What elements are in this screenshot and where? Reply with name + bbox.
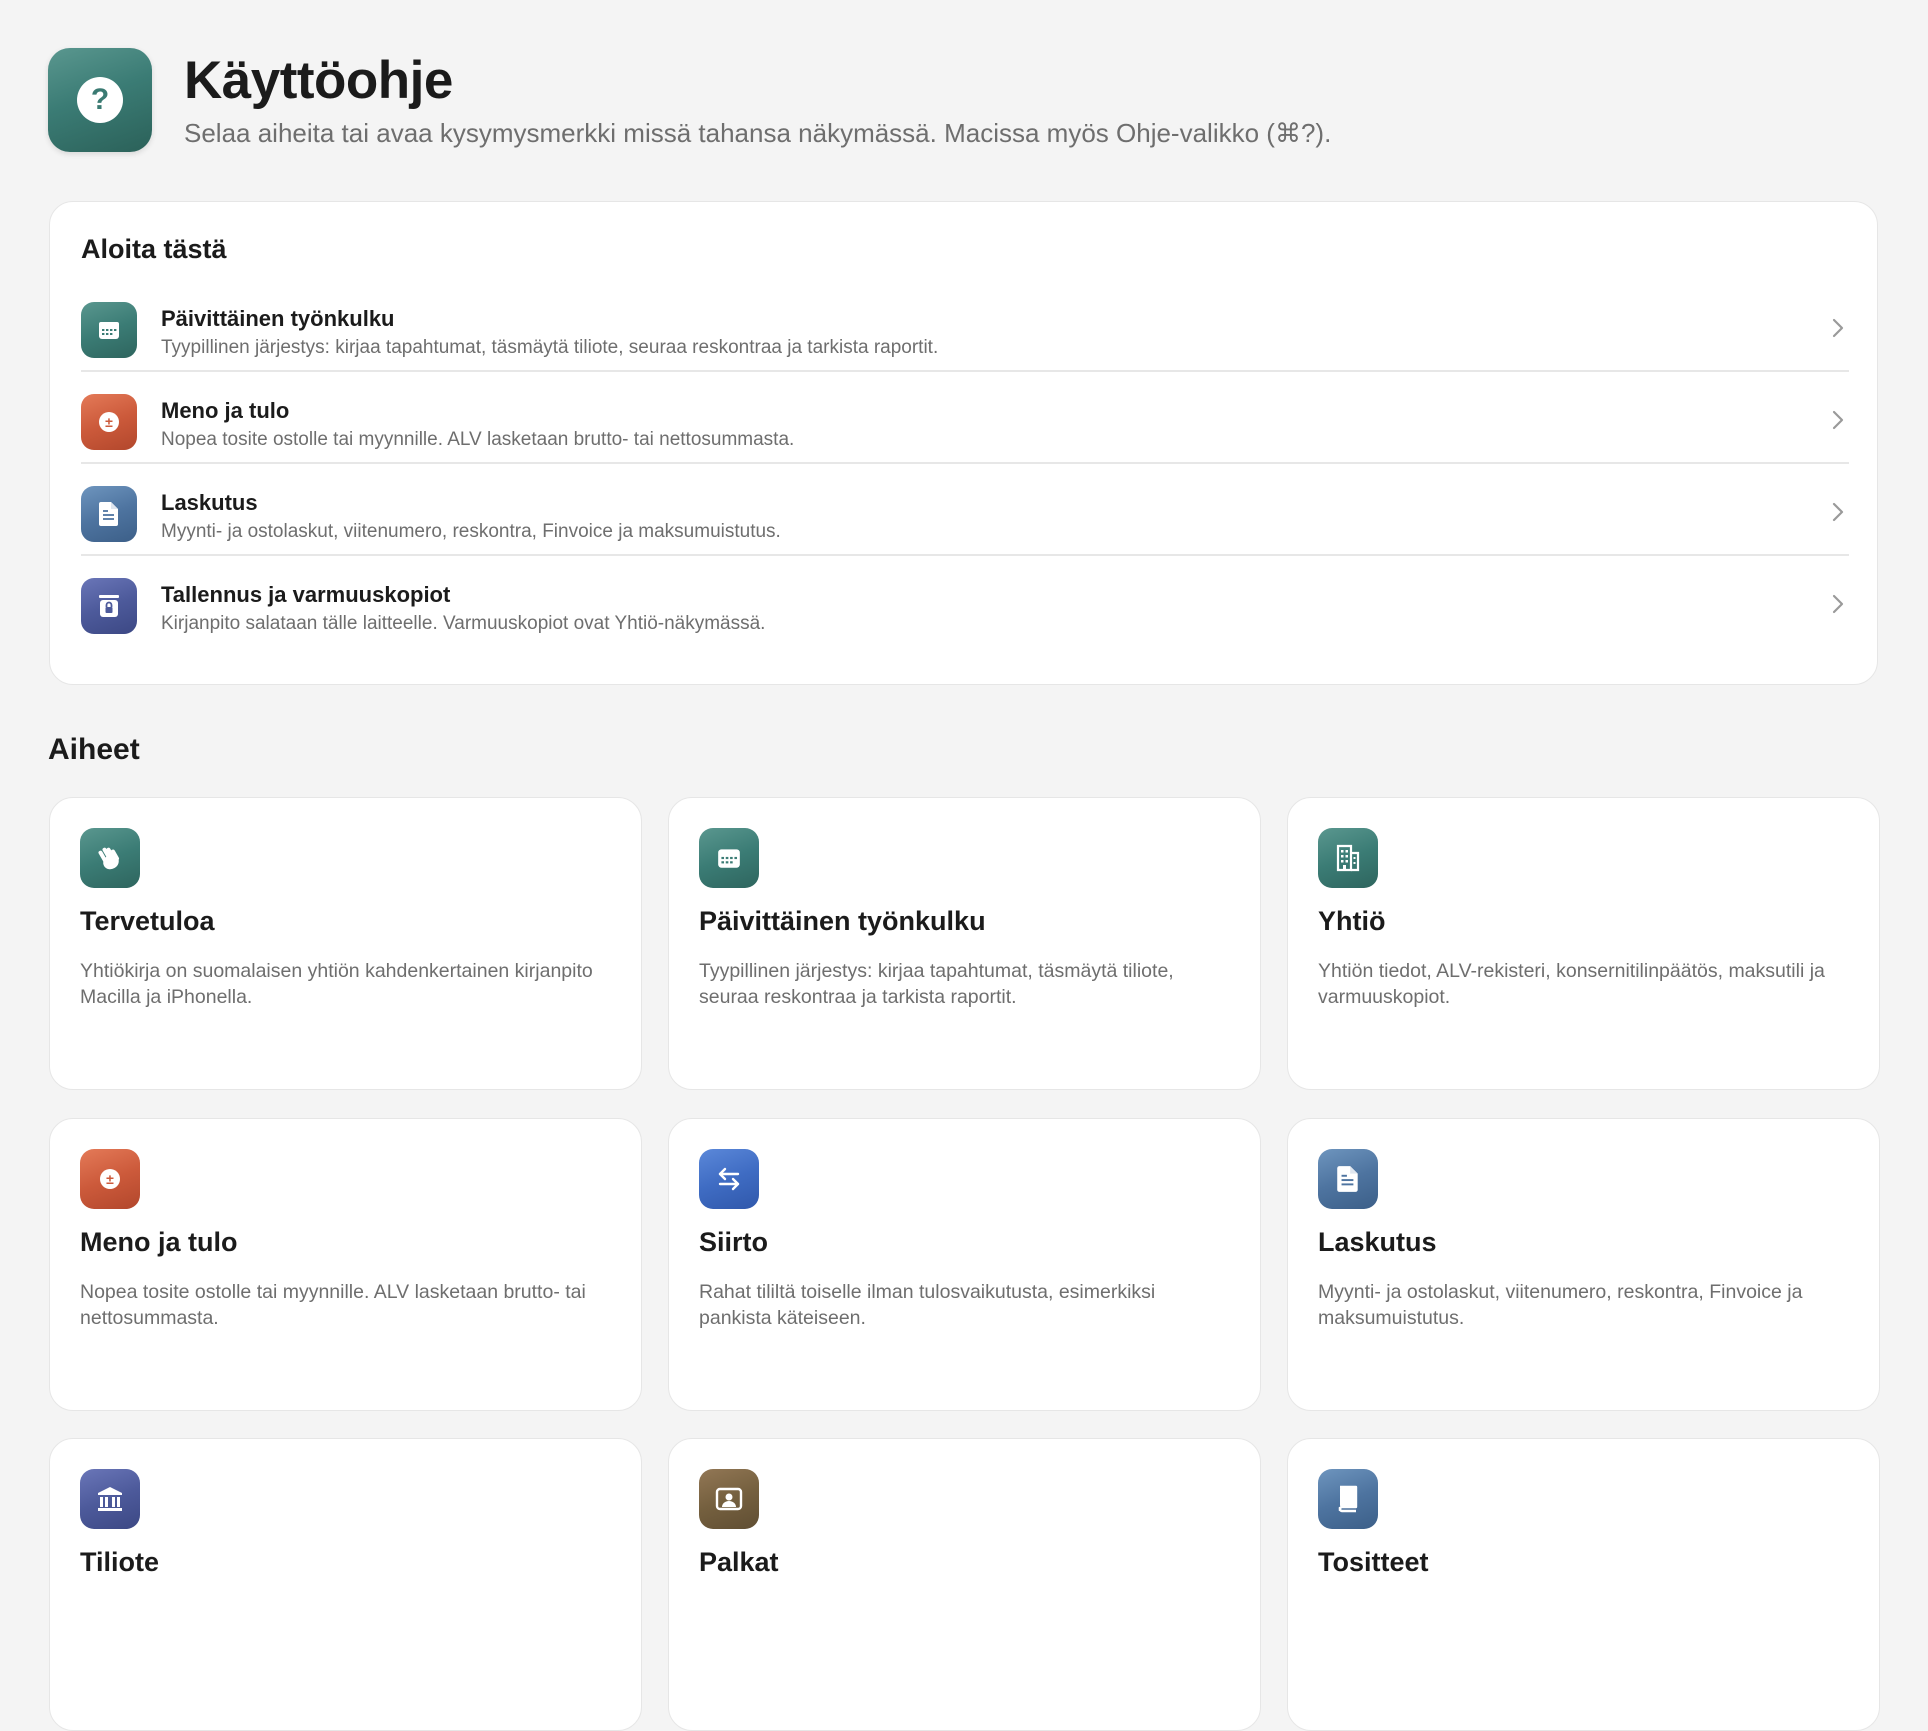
- bank-icon: [80, 1469, 140, 1529]
- topic-card-expense-income[interactable]: ± Meno ja tulo Nopea tosite ostolle tai …: [49, 1118, 642, 1411]
- topic-card-welcome[interactable]: Tervetuloa Yhtiökirja on suomalaisen yht…: [49, 797, 642, 1090]
- page-subtitle: Selaa aiheita tai avaa kysymysmerkki mis…: [184, 118, 1332, 148]
- document-icon: [1318, 1149, 1378, 1209]
- topic-card-invoicing[interactable]: Laskutus Myynti- ja ostolaskut, viitenum…: [1287, 1118, 1880, 1411]
- topic-card-title: Palkat: [699, 1547, 779, 1577]
- topic-card-title: Tervetuloa: [80, 906, 215, 936]
- plus-minus-icon: ±: [80, 1149, 140, 1209]
- topic-card-transfer[interactable]: Siirto Rahat tililtä toiselle ilman tulo…: [668, 1118, 1261, 1411]
- building-icon: [1318, 828, 1378, 888]
- start-here-list: Päivittäinen työnkulku Tyypillinen järje…: [81, 280, 1849, 648]
- topic-card-description: Rahat tililtä toiselle ilman tulosvaikut…: [699, 1281, 1156, 1329]
- topic-card-description: Yhtiön tiedot, ALV-rekisteri, konserniti…: [1318, 960, 1825, 1008]
- help-app-icon: ?: [48, 48, 152, 152]
- topic-card-title: Laskutus: [1318, 1227, 1437, 1257]
- start-item-description: Myynti- ja ostolaskut, viitenumero, resk…: [161, 521, 781, 542]
- chevron-right-icon: [1832, 594, 1844, 614]
- start-item-title: Laskutus: [161, 490, 258, 515]
- topic-card-title: Meno ja tulo: [80, 1227, 238, 1257]
- start-here-card: Aloita tästä Päivittäinen työnkulku Tyyp…: [49, 201, 1878, 685]
- topics-heading: Aiheet: [48, 733, 140, 766]
- chevron-right-icon: [1832, 502, 1844, 522]
- topic-card-company[interactable]: Yhtiö Yhtiön tiedot, ALV-rekisteri, kons…: [1287, 797, 1880, 1090]
- topic-card-bank-statement[interactable]: Tiliote: [49, 1438, 642, 1731]
- transfer-arrows-icon: [699, 1149, 759, 1209]
- question-circle-icon: ?: [77, 77, 123, 123]
- start-item-description: Tyypillinen järjestys: kirjaa tapahtumat…: [161, 337, 939, 358]
- book-icon: [1318, 1469, 1378, 1529]
- topic-card-title: Yhtiö: [1318, 906, 1386, 936]
- start-item-title: Tallennus ja varmuuskopiot: [161, 582, 451, 607]
- topic-card-title: Tiliote: [80, 1547, 160, 1577]
- topic-card-title: Tositteet: [1318, 1547, 1429, 1577]
- page-title: Käyttöohje: [184, 51, 453, 110]
- topic-card-salaries[interactable]: Palkat: [668, 1438, 1261, 1731]
- topic-card-daily-workflow[interactable]: Päivittäinen työnkulku Tyypillinen järje…: [668, 797, 1261, 1090]
- document-icon: [81, 486, 137, 542]
- topic-card-title: Siirto: [699, 1227, 769, 1257]
- topic-card-description: Tyypillinen järjestys: kirjaa tapahtumat…: [699, 960, 1174, 1008]
- chevron-right-icon: [1832, 318, 1844, 338]
- start-item-description: Kirjanpito salataan tälle laitteelle. Va…: [161, 613, 766, 634]
- start-item-title: Päivittäinen työnkulku: [161, 306, 395, 331]
- topic-card-title: Päivittäinen työnkulku: [699, 906, 986, 936]
- person-card-icon: [699, 1469, 759, 1529]
- start-item-title: Meno ja tulo: [161, 398, 290, 423]
- chevron-right-icon: [1832, 410, 1844, 430]
- topic-card-description: Myynti- ja ostolaskut, viitenumero, resk…: [1318, 1281, 1803, 1329]
- start-item-storage-backups[interactable]: Tallennus ja varmuuskopiot Kirjanpito sa…: [81, 556, 1849, 648]
- start-item-expense-income[interactable]: ± Meno ja tulo Nopea tosite ostolle tai …: [81, 372, 1849, 464]
- start-item-invoicing[interactable]: Laskutus Myynti- ja ostolaskut, viitenum…: [81, 464, 1849, 556]
- topic-card-description: Nopea tosite ostolle tai myynnille. ALV …: [80, 1281, 586, 1329]
- start-here-title: Aloita tästä: [81, 234, 227, 264]
- start-item-daily-workflow[interactable]: Päivittäinen työnkulku Tyypillinen järje…: [81, 280, 1849, 372]
- topic-card-receipts[interactable]: Tositteet: [1287, 1438, 1880, 1731]
- waving-hand-icon: [80, 828, 140, 888]
- plus-minus-icon: ±: [81, 394, 137, 450]
- calendar-icon: [81, 302, 137, 358]
- calendar-icon: [699, 828, 759, 888]
- start-item-description: Nopea tosite ostolle tai myynnille. ALV …: [161, 429, 795, 450]
- lock-archive-icon: [81, 578, 137, 634]
- topic-card-description: Yhtiökirja on suomalaisen yhtiön kahdenk…: [80, 960, 593, 1008]
